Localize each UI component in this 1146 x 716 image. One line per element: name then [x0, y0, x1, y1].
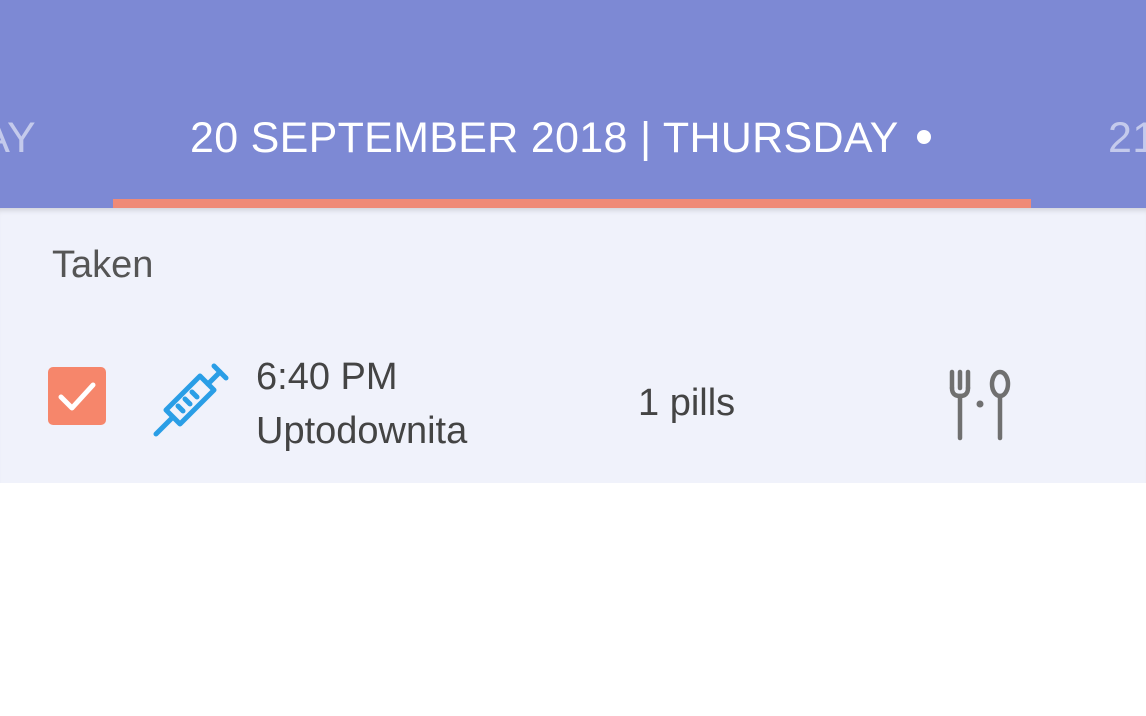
tab-current-day-label: 20 SEPTEMBER 2018 | THURSDAY	[190, 114, 899, 162]
tab-indicator	[113, 199, 1031, 208]
fork-spoon-icon	[949, 369, 1011, 441]
tab-current-day[interactable]: 20 SEPTEMBER 2018 | THURSDAY	[190, 112, 931, 164]
tab-next-day[interactable]: 21	[1108, 112, 1146, 164]
syringe-icon	[153, 363, 229, 437]
today-dot-icon	[916, 129, 931, 144]
section-title: Taken	[52, 244, 154, 286]
medication-dosage: 1 pills	[638, 382, 736, 424]
taken-section: Taken 6:40 PM Uptodownita 1 pills	[0, 208, 1146, 483]
medication-time: 6:40 PM	[256, 356, 398, 398]
medication-name: Uptodownita	[256, 410, 468, 452]
check-icon	[58, 382, 96, 411]
tab-previous-day[interactable]: AY	[0, 112, 36, 164]
date-tab-bar: AY 20 SEPTEMBER 2018 | THURSDAY 21	[0, 0, 1146, 208]
taken-checkbox[interactable]	[48, 367, 106, 425]
